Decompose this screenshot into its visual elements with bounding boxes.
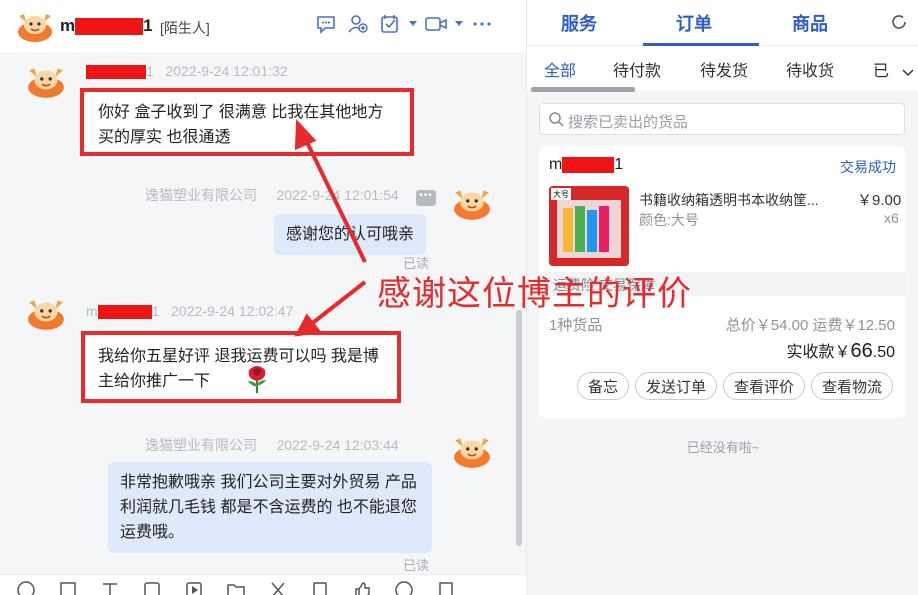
order-search-input[interactable]: 搜索已卖出的货品 [539, 103, 905, 135]
amount-received-decimal: .50 [872, 344, 895, 361]
product-variant: 颜色:大号 [639, 212, 699, 228]
filter-pending-receipt[interactable]: 待收货 [786, 57, 834, 81]
end-of-list: 已经没有啦~ [686, 440, 760, 455]
sender-name: 逸猫塑业有限公司 [145, 187, 257, 203]
message-bubble[interactable]: 感谢您的认可哦亲 [274, 214, 427, 255]
highlight-box [81, 331, 401, 403]
send-order-button[interactable]: 发送订单 [635, 372, 718, 400]
seller-avatar[interactable] [452, 186, 492, 226]
quick-reply-icon[interactable] [310, 10, 342, 38]
chevron-down-icon[interactable] [452, 10, 466, 38]
message-time: 2022-9-24 12:03:44 [276, 437, 399, 453]
folder-icon[interactable] [218, 575, 254, 595]
emoji-icon[interactable] [8, 575, 44, 595]
product-image-label: 大号 [553, 189, 569, 199]
buyer-name-suffix: 1 [614, 156, 624, 173]
text-format-icon[interactable] [92, 575, 128, 595]
view-logistics-button[interactable]: 查看物流 [811, 372, 894, 400]
transfer-icon[interactable] [386, 575, 422, 595]
search-icon [548, 111, 564, 132]
rose-icon [244, 364, 270, 399]
contact-name-prefix: m [60, 16, 76, 35]
product-thumbnail[interactable]: 大号 [549, 186, 629, 266]
chevron-down-icon[interactable] [406, 10, 420, 38]
contact-name: m1 [60, 16, 153, 36]
message-bubble[interactable]: 非常抱歉哦亲 我们公司主要对外贸易 产品利润就几毛钱 都是不含运费的 也不能退您… [108, 462, 432, 553]
chat-header: m1 [陌生人] [0, 0, 526, 52]
filter-all[interactable]: 全部 [544, 57, 576, 81]
highlight-box [80, 88, 414, 156]
sender-name-suffix: 1 [146, 63, 154, 79]
product-title[interactable]: 书籍收纳箱透明书本收纳筐... [639, 190, 835, 210]
amount-received-label: 实收款￥ [786, 344, 851, 361]
app-window: m1 [陌生人] 1 2022-9-24 12:01:32 你好 盒子收到了 很… [0, 0, 918, 595]
thumbs-up-icon[interactable] [344, 575, 380, 595]
annotation-text: 感谢这位博主的评价 [377, 274, 692, 314]
product-price: ￥9.00 [857, 192, 902, 209]
sender-name-prefix: m [86, 303, 98, 319]
image-icon[interactable] [134, 575, 170, 595]
buyer-avatar[interactable] [26, 64, 66, 104]
memo-button[interactable]: 备忘 [577, 372, 630, 400]
screenshot-icon[interactable] [50, 575, 86, 595]
more-icon[interactable] [466, 10, 498, 38]
read-status: 已读 [403, 558, 430, 573]
search-placeholder: 搜索已卖出的货品 [568, 114, 689, 131]
order-totals: 总价￥54.00 运费￥12.50 [725, 317, 895, 334]
amount-received-integer: 66 [850, 340, 873, 362]
chat-header-toolbar [310, 10, 498, 38]
chat-scrollbar[interactable] [516, 310, 522, 546]
redaction-block [97, 305, 152, 320]
goods-count: 1种货品 [549, 317, 603, 334]
message-time: 2022-9-24 12:02:47 [171, 303, 294, 319]
seller-avatar[interactable] [452, 434, 492, 474]
sender-name-suffix: 1 [151, 303, 160, 319]
message-meta: 逸猫塑业有限公司 2022-9-24 12:01:54 [145, 185, 399, 205]
task-icon[interactable] [374, 10, 406, 38]
amount-received: 实收款￥66.50 [786, 338, 895, 363]
sender-name: 逸猫塑业有限公司 [145, 437, 257, 453]
input-toolbar [0, 574, 526, 595]
contact-avatar[interactable] [16, 10, 54, 47]
filter-scroll-track[interactable] [531, 87, 635, 92]
refresh-icon[interactable] [889, 12, 909, 37]
message-meta: 1 2022-9-24 12:01:32 [86, 63, 288, 80]
buyer-name-prefix: m [549, 156, 563, 173]
filter-pending-payment[interactable]: 待付款 [613, 57, 661, 81]
message-more-icon[interactable]: ••• [416, 190, 436, 206]
tab-orders[interactable]: 订单 [643, 10, 759, 46]
add-contact-icon[interactable] [342, 10, 374, 38]
calculator-icon[interactable] [302, 575, 338, 595]
video-icon[interactable] [176, 575, 212, 595]
video-call-icon[interactable] [420, 10, 452, 38]
redaction-block [75, 18, 144, 36]
document-icon[interactable] [428, 575, 464, 595]
filter-pending-shipment[interactable]: 待发货 [700, 57, 748, 81]
order-filter-bar: 全部 待付款 待发货 待收货 已 [527, 46, 918, 90]
stranger-tag: [陌生人] [160, 20, 210, 36]
order-status: 交易成功 [840, 159, 896, 175]
redaction-block [562, 156, 615, 173]
side-tab-bar: 服务 订单 商品 [527, 0, 918, 46]
chevron-down-icon[interactable] [902, 64, 914, 82]
message-time: 2022-9-24 12:01:54 [276, 187, 399, 203]
order-buyer-name: m1 [549, 156, 623, 174]
buyer-avatar[interactable] [26, 296, 66, 336]
tab-service[interactable]: 服务 [561, 10, 597, 36]
view-review-button[interactable]: 查看评价 [723, 372, 806, 400]
filter-completed[interactable]: 已 [873, 57, 889, 81]
product-quantity: x6 [884, 210, 899, 226]
contact-name-suffix: 1 [143, 16, 153, 35]
tab-products[interactable]: 商品 [792, 10, 828, 36]
message-meta: 逸猫塑业有限公司 2022-9-24 12:03:44 [145, 435, 399, 455]
message-meta: m 1 2022-9-24 12:02:47 [86, 303, 294, 320]
message-time: 2022-9-24 12:01:32 [165, 63, 288, 79]
redaction-block [86, 65, 146, 80]
scissors-icon[interactable] [260, 575, 296, 595]
order-actions: 备忘 发送订单 查看评价 查看物流 [577, 372, 894, 400]
